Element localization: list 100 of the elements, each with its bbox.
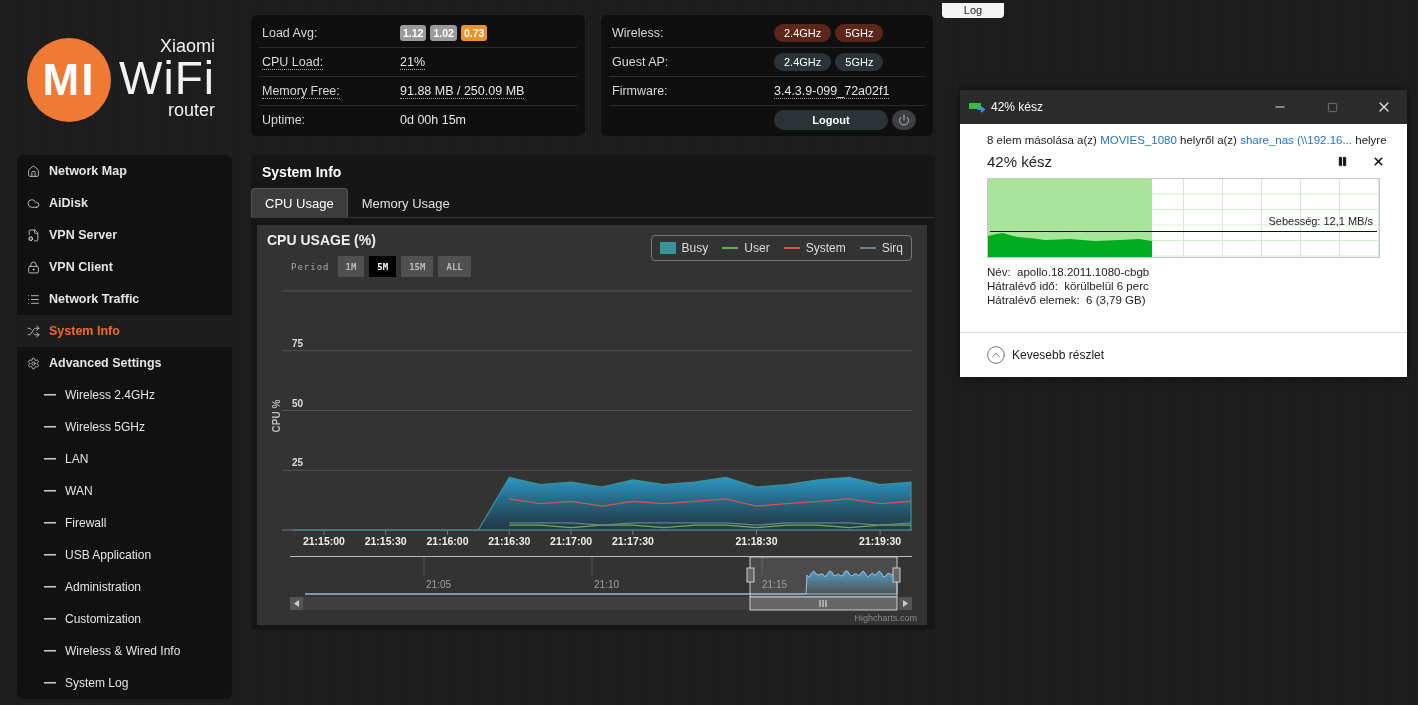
legend-swatch-icon xyxy=(659,242,676,254)
logo-mark: MI xyxy=(27,37,111,122)
logo-product: WiFi xyxy=(119,54,215,101)
band-toggle[interactable]: 5GHz xyxy=(835,24,884,42)
logout-button[interactable]: Logout xyxy=(774,110,888,130)
dash-icon xyxy=(44,586,56,588)
band-toggle[interactable]: 2.4GHz xyxy=(774,53,832,71)
window-title: 42% kész xyxy=(991,100,1045,114)
file-gear-icon xyxy=(27,228,40,242)
legend-item[interactable]: User xyxy=(722,241,770,255)
period-button[interactable]: 5M xyxy=(369,256,397,277)
field-label: CPU Load: xyxy=(262,54,324,70)
detail-text: Név: apollo.18.2011.1080-cbgb xyxy=(987,266,1151,278)
list-icon xyxy=(27,292,40,306)
chart-credit[interactable]: Highcharts.com xyxy=(854,613,917,623)
field-value: 3.4.3.9-099_72a02f1 xyxy=(774,83,890,99)
legend-item[interactable]: Busy xyxy=(659,241,709,255)
logo-brand: Xiaomi xyxy=(159,36,215,55)
period-label: Period xyxy=(291,261,330,272)
sidebar-item[interactable]: Wireless & Wired Info xyxy=(17,635,232,667)
sidebar-item[interactable]: Customization xyxy=(17,603,232,635)
axis-label: 21:17:00 xyxy=(550,535,593,547)
speed-label: Sebesség: 12,1 MB/s xyxy=(1268,215,1373,227)
sidebar-item[interactable]: Wireless 5GHz xyxy=(17,411,232,443)
sidebar-item[interactable]: VPN Server xyxy=(17,219,232,251)
maximize-icon xyxy=(1326,101,1338,113)
copy-icon xyxy=(969,101,985,113)
dash-icon xyxy=(44,554,56,556)
sidebar-item[interactable]: Advanced Settings xyxy=(17,347,232,379)
sidebar-item[interactable]: VPN Client xyxy=(17,251,232,283)
field-value: 0d 00h 15m xyxy=(400,112,467,128)
field-label: Load Avg: xyxy=(262,25,318,41)
axis-label: 21:19:30 xyxy=(859,535,902,547)
sidebar-item[interactable]: LAN xyxy=(17,443,232,475)
axis-label: 21:15:30 xyxy=(364,535,407,547)
power-button[interactable] xyxy=(892,110,916,130)
sidebar-item[interactable]: Wireless 2.4GHz xyxy=(17,379,232,411)
navigator-label: 21:15 xyxy=(762,579,788,590)
dash-icon xyxy=(44,394,56,396)
navigator-label: 21:05 xyxy=(426,579,452,590)
axis-label: 50 xyxy=(292,397,304,409)
dash-icon xyxy=(44,522,56,524)
axis-label: 21:16:00 xyxy=(426,535,469,547)
chevron-up-icon xyxy=(986,345,1006,365)
gear-icon xyxy=(27,356,40,370)
legend-line-icon xyxy=(783,247,800,249)
legend-line-icon xyxy=(859,247,876,249)
field-label: Uptime: xyxy=(262,112,306,128)
navigator-label: 21:10 xyxy=(594,579,620,590)
axis-label: 21:16:30 xyxy=(488,535,531,547)
legend-item[interactable]: System xyxy=(783,241,846,255)
field-value: 91.88 MB / 250.09 MB xyxy=(400,83,525,99)
sidebar-item[interactable]: USB Application xyxy=(17,539,232,571)
close-icon xyxy=(1372,154,1385,168)
axis-label: 21:18:30 xyxy=(735,535,778,547)
field-label: Guest AP: xyxy=(612,54,669,70)
sidebar-item[interactable]: Administration xyxy=(17,571,232,603)
logo-subtitle: router xyxy=(167,100,215,119)
axis-label: 75 xyxy=(292,337,304,349)
copy-message: 8 elem másolása a(z) MOVIES_1080 helyről a(z) share_nas (\\192.16... helyre xyxy=(987,134,1388,146)
progress-title: 42% kész xyxy=(987,152,1054,170)
dash-icon xyxy=(44,650,56,652)
band-toggle[interactable]: 5GHz xyxy=(835,53,884,71)
details-toggle[interactable]: Kevesebb részlet xyxy=(986,345,1105,365)
band-toggle[interactable]: 2.4GHz xyxy=(774,24,832,42)
tab[interactable]: Memory Usage xyxy=(347,188,464,217)
panel-title: System Info xyxy=(261,162,343,182)
dash-icon xyxy=(44,490,56,492)
axis-label: 21:17:30 xyxy=(611,535,654,547)
field-value: 21% xyxy=(400,54,426,70)
period-button[interactable]: 1M xyxy=(337,256,365,277)
field-label: Wireless: xyxy=(612,25,664,41)
shuffle-icon xyxy=(27,324,40,338)
load-badge: 1.02 xyxy=(430,25,457,41)
detail-text: Hátralévő elemek: 6 (3,79 GB) xyxy=(987,294,1147,306)
location-link[interactable]: MOVIES_1080 xyxy=(1100,134,1177,146)
scrollbar[interactable] xyxy=(290,596,912,611)
tab[interactable]: CPU Usage xyxy=(251,188,348,217)
load-badge: 0.73 xyxy=(460,25,488,41)
lock-icon xyxy=(27,260,40,274)
log-button[interactable]: Log xyxy=(942,2,1004,18)
legend-item[interactable]: Sirq xyxy=(859,241,903,255)
field-label: Memory Free: xyxy=(262,83,340,99)
sidebar-item[interactable]: Network Traffic xyxy=(17,283,232,315)
pause-icon xyxy=(1337,155,1348,167)
period-button[interactable]: 15M xyxy=(401,256,434,277)
dash-icon xyxy=(44,458,56,460)
legend-line-icon xyxy=(722,247,739,249)
sidebar-item[interactable]: System Log xyxy=(17,667,232,699)
location-link[interactable]: share_nas (\\192.16... xyxy=(1240,134,1353,146)
period-button[interactable]: ALL xyxy=(438,256,471,277)
dash-icon xyxy=(44,618,56,620)
axis-title: CPU % xyxy=(271,399,282,433)
sidebar-item[interactable]: WAN xyxy=(17,475,232,507)
sidebar-item[interactable]: Firewall xyxy=(17,507,232,539)
sidebar-item[interactable]: Network Map xyxy=(17,155,232,187)
axis-label: 25 xyxy=(292,457,304,469)
sidebar-item[interactable]: System Info xyxy=(17,315,232,347)
power-icon xyxy=(898,114,910,126)
sidebar-item[interactable]: AiDisk xyxy=(17,187,232,219)
